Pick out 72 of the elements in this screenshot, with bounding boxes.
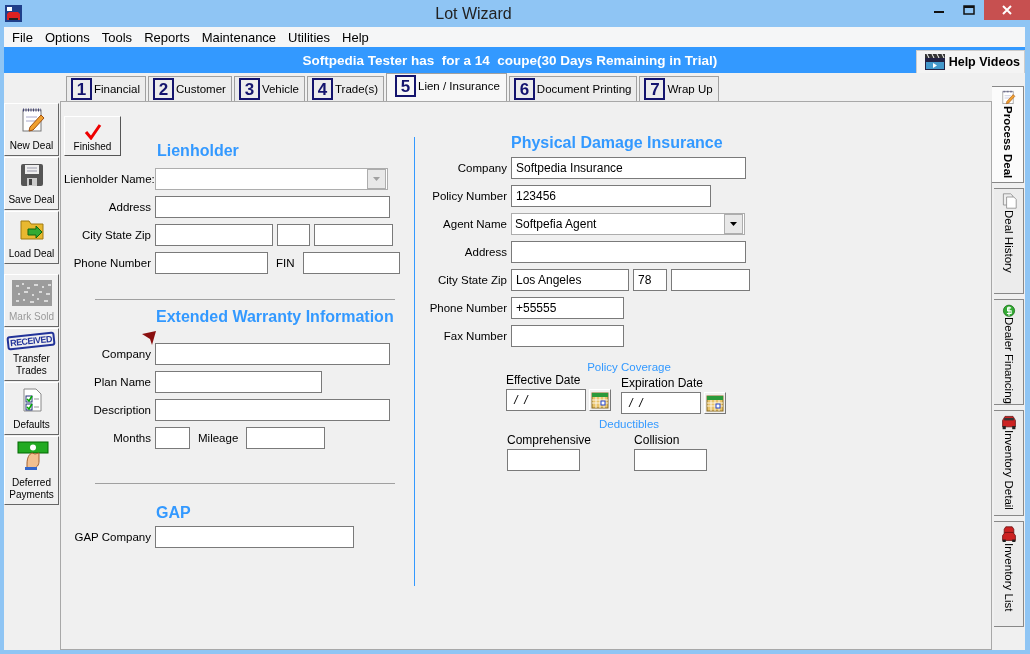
menu-item[interactable]: Tools — [96, 29, 140, 45]
text-field[interactable]: Softpedia Insurance — [511, 157, 746, 179]
field-label: Company — [456, 162, 507, 174]
sidebar-button[interactable]: Load Deal — [4, 211, 59, 264]
field-label: GAP Company — [73, 531, 151, 543]
field-label: Plan Name — [93, 376, 151, 388]
menu-item[interactable]: Options — [39, 29, 97, 45]
tab-number: 1 — [71, 78, 92, 100]
field-label: Description — [92, 404, 151, 416]
window-title: Lot Wizard — [434, 4, 513, 23]
tab[interactable]: 2 Customer — [148, 76, 232, 101]
text-field[interactable]: +55555 — [511, 297, 624, 319]
side-tab[interactable]: Process Deal — [992, 86, 1024, 183]
subsection-heading: Policy Coverage — [586, 361, 672, 373]
help-videos-button[interactable]: Help Videos — [915, 50, 1025, 74]
tab-number: 4 — [312, 78, 333, 100]
tab-number: 6 — [513, 78, 535, 100]
field-label: Agent Name — [442, 218, 507, 230]
subsection-heading: Deductibles — [597, 418, 661, 430]
text-field[interactable]: 123456 — [511, 185, 711, 207]
tab-number: 3 — [238, 78, 260, 100]
date-field[interactable]: / / — [506, 389, 586, 411]
side-tab[interactable]: Inventory List — [994, 521, 1024, 627]
date-field[interactable]: / / — [621, 392, 701, 414]
sidebar-button[interactable]: New Deal — [4, 103, 59, 156]
sidebar-button[interactable]: Save Deal — [4, 157, 59, 210]
text-field[interactable]: Los Angeles — [511, 269, 629, 291]
side-tab[interactable]: Inventory Detail — [994, 410, 1024, 516]
field-label: Comprehensive — [507, 433, 592, 447]
section-heading: Extended Warranty Information — [156, 308, 395, 326]
tab[interactable]: 3 Vehicle — [233, 76, 305, 101]
field-label: Collision — [634, 433, 681, 447]
field-label: Phone Number — [428, 302, 507, 314]
sidebar-button[interactable]: Defaults — [4, 382, 59, 435]
tab[interactable]: 6 Document Printing — [508, 76, 638, 101]
field-label: Address — [463, 246, 507, 258]
side-tab[interactable]: Deal History — [994, 188, 1024, 294]
section-heading: GAP — [156, 504, 192, 522]
field-label: FIN — [276, 257, 295, 269]
field-label: Address — [107, 201, 151, 213]
text-field[interactable]: 78 — [633, 269, 667, 291]
field-label: City State Zip — [436, 274, 507, 286]
tab[interactable]: 4 Trade(s) — [307, 76, 384, 101]
field-label: Company — [100, 348, 151, 360]
dropdown[interactable]: Softpefia Agent — [511, 213, 745, 235]
field-label: Mileage — [198, 432, 239, 444]
tab[interactable]: 7 Wrap Up — [639, 76, 719, 101]
trial-banner-text: Softpedia Tester has for a 14 coupe(30 Days Remaining in Trial) — [301, 52, 719, 68]
menu-item[interactable]: Maintenance — [196, 29, 284, 45]
menu-item[interactable]: Help — [337, 29, 376, 45]
tab-number: 2 — [153, 78, 175, 100]
sidebar-button[interactable]: Deferred Payments — [4, 436, 59, 505]
field-label: City State Zip — [80, 229, 151, 241]
field-label: Policy Number — [431, 190, 507, 202]
finished-button[interactable]: Finished — [64, 116, 121, 156]
received-stamp-icon: RECEIVED — [6, 331, 57, 351]
tab-number: 7 — [644, 78, 666, 100]
side-tab[interactable]: Dealer Financing — [994, 299, 1024, 405]
tab[interactable]: 1 Financial — [66, 76, 147, 101]
tab[interactable]: 5 Lien / Insurance — [386, 73, 507, 101]
field-label: Months — [112, 432, 151, 444]
section-heading: Lienholder — [157, 142, 239, 160]
tab-number: 5 — [395, 75, 416, 97]
field-label: Expiration Date — [621, 376, 705, 390]
section-heading: Physical Damage Insurance — [511, 134, 724, 152]
menu-item[interactable]: File — [7, 29, 40, 45]
menu-item[interactable]: Reports — [139, 29, 197, 45]
menu-item[interactable]: Utilities — [283, 29, 337, 45]
field-label: Phone Number — [72, 257, 151, 269]
field-label: Effective Date — [506, 373, 582, 387]
sidebar-button[interactable]: RECEIVED Transfer Trades — [4, 328, 59, 381]
field-label: Fax Number — [442, 330, 507, 342]
